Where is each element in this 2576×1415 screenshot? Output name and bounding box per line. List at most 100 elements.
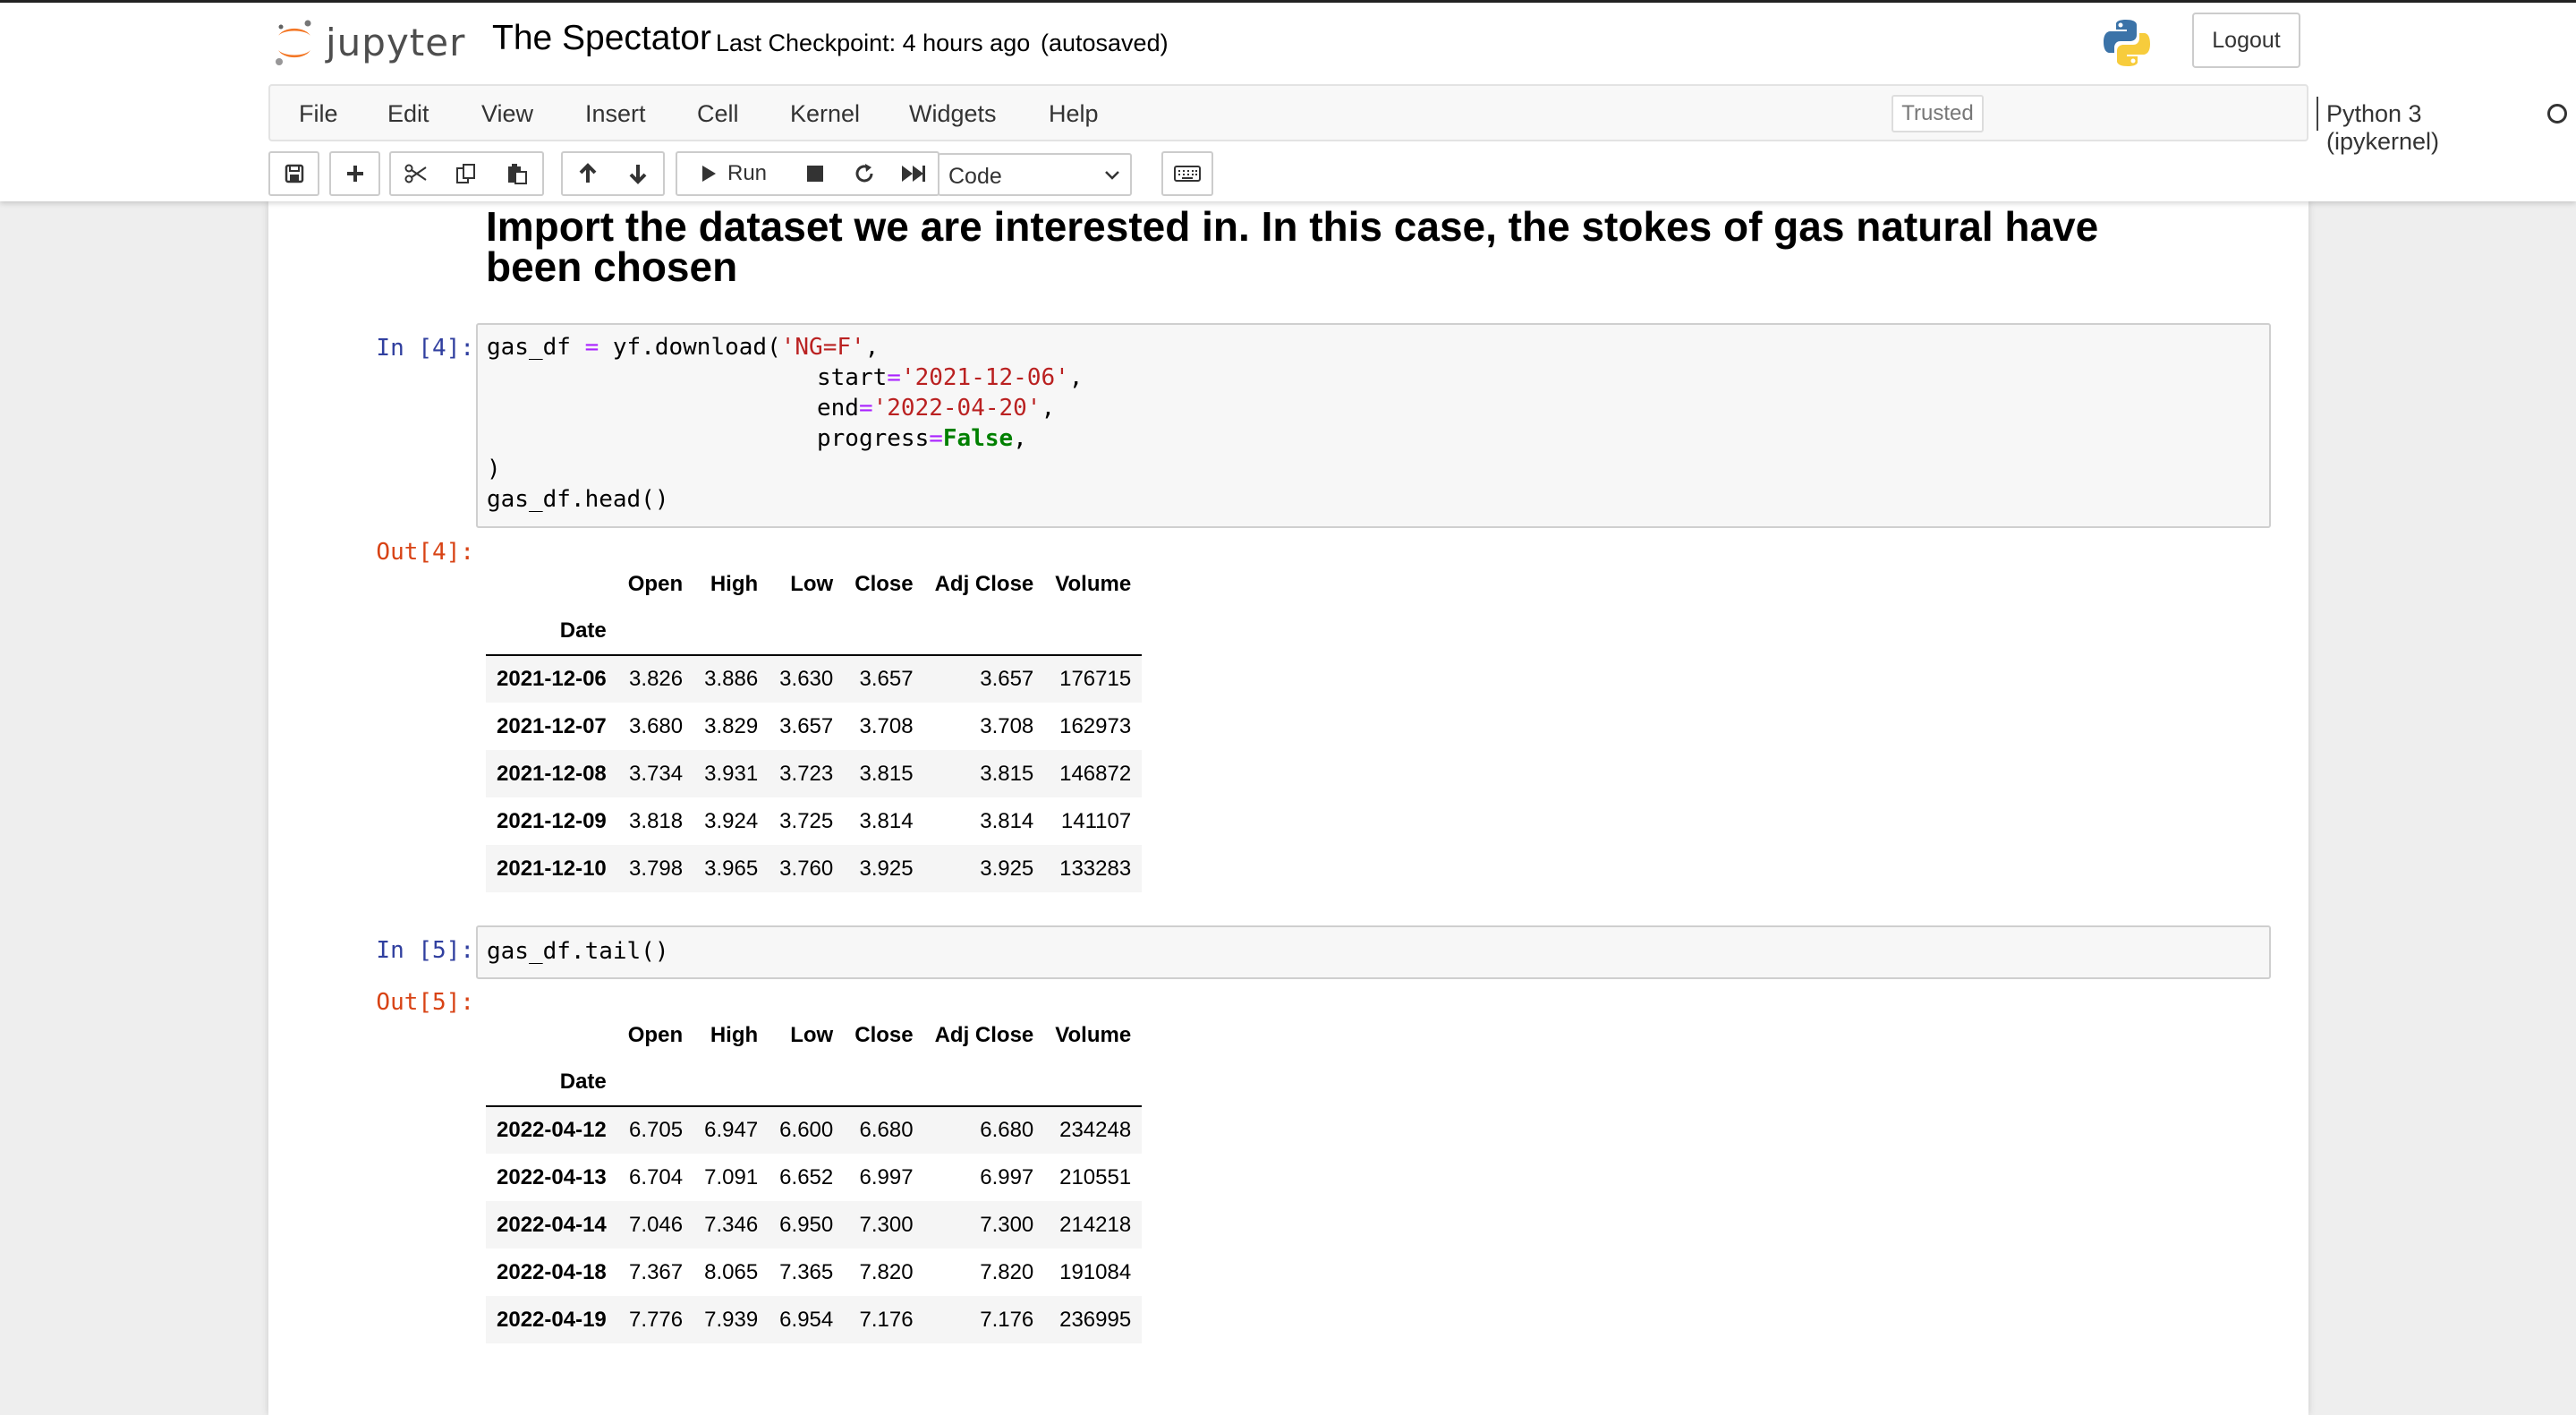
command-palette-button[interactable] [1161,151,1213,196]
save-button[interactable] [268,151,319,196]
menu-view[interactable]: View [481,100,533,128]
dataframe-tail-table: Open High Low Close Adj Close Volume Dat… [486,1011,1143,1343]
table-cell: 3.826 [629,667,684,691]
dataframe-head-table: Open High Low Close Adj Close Volume Dat… [486,560,1143,892]
table-cell: 133283 [1059,856,1132,881]
keyboard-icon [1174,166,1201,182]
table-header-row: Open High Low Close Adj Close Volume [486,560,1142,608]
restart-run-all-button[interactable] [888,151,939,196]
plus-icon [346,166,363,182]
run-label: Run [727,161,768,185]
insert-cell-button[interactable] [329,151,380,196]
move-cell-up-button[interactable] [561,151,614,196]
table-cell: 7.091 [704,1164,759,1189]
arrow-up-icon [579,163,596,183]
table-row: 2021-12-09 3.818 3.924 3.725 3.814 3.814 14110… [486,797,1142,845]
menu-widgets[interactable]: Widgets [909,100,997,128]
table-cell: 7.300 [859,1212,914,1237]
column-header: Low [790,571,834,596]
copy-icon [455,164,475,183]
table-row: 2021-12-08 3.734 3.931 3.723 3.815 3.815 14687… [486,750,1143,797]
table-cell: 3.925 [859,856,914,881]
play-icon [701,166,716,182]
trusted-indicator[interactable]: Trusted [1892,95,1984,132]
run-cell-button[interactable]: Run [676,151,792,196]
table-cell: 7.046 [629,1212,684,1237]
table-cell: 3.657 [779,713,834,738]
in-prompt: In [5]: [376,937,474,964]
notebook-header: jupyter The Spectator Last Checkpoint: 4… [0,0,2576,201]
table-cell: 3.925 [980,856,1034,881]
restart-kernel-button[interactable] [839,151,890,196]
table-row: 2022-04-19 7.776 7.939 6.954 7.176 7.176 23699… [486,1296,1143,1343]
table-cell: 7.300 [980,1212,1034,1237]
paste-button[interactable] [491,151,544,196]
paste-icon [507,164,527,184]
menu-edit[interactable]: Edit [387,100,429,128]
jupyter-brand[interactable]: jupyter [274,15,465,69]
move-cell-down-button[interactable] [612,151,665,196]
code-cell-editor[interactable]: gas_df = yf.download('NG=F', start='2021… [476,323,2271,528]
table-cell: 3.931 [704,761,759,786]
last-checkpoint-text: Last Checkpoint: 4 hours ago [716,30,1031,56]
code-cell-editor[interactable]: gas_df.tail() [476,925,2271,979]
notebook-container: Import the dataset we are interested in.… [268,201,2308,1415]
python-logo-icon [2101,17,2153,69]
row-index-date: 2022-04-18 [497,1259,607,1284]
cell-type-value: Code [948,164,1002,189]
code-line: start='2021-12-06', [817,364,1084,391]
code-line: progress=False, [817,425,1027,452]
column-header: Low [790,1022,834,1047]
kernel-name[interactable]: Python 3 (ipykernel) [2326,100,2439,156]
notebook-title[interactable]: The Spectator [492,19,711,58]
menu-bar: File Edit View Insert Cell Kernel Widget… [268,84,2567,155]
cell-type-select[interactable]: Code [938,153,1132,196]
corner-cell [486,560,617,608]
table-cell: 3.886 [704,667,759,691]
markdown-heading[interactable]: Import the dataset we are interested in.… [486,206,2186,287]
table-cell: 3.818 [629,808,684,833]
table-cell: 3.630 [779,667,834,691]
column-header: Adj Close [934,1022,1034,1047]
out-prompt: Out[4]: [376,539,474,566]
row-index-date: 2021-12-06 [497,667,607,691]
row-index-date: 2022-04-14 [497,1212,607,1237]
fast-forward-icon [901,166,925,182]
menu-help[interactable]: Help [1049,100,1099,128]
table-cell: 6.600 [779,1118,834,1142]
table-row: 2022-04-13 6.704 7.091 6.652 6.997 6.997 21055… [486,1154,1142,1201]
cut-button[interactable] [389,151,442,196]
table-cell: 3.965 [704,856,759,881]
menu-kernel[interactable]: Kernel [790,100,860,128]
column-header: Adj Close [934,571,1034,596]
corner-cell [486,1011,617,1059]
column-header: Volume [1055,1022,1132,1047]
menu-insert[interactable]: Insert [585,100,646,128]
code-line: gas_df.tail() [487,938,669,965]
menu-cell[interactable]: Cell [697,100,739,128]
menu-file[interactable]: File [299,100,338,128]
table-row: 2021-12-06 3.826 3.886 3.630 3.657 3.657 17671… [486,655,1143,703]
index-header-row: Date [486,608,1143,656]
table-cell: 3.815 [980,761,1034,786]
table-cell: 6.704 [629,1164,684,1189]
index-header-row: Date [486,1059,1143,1107]
code-line: gas_df.head() [487,486,669,513]
logout-button[interactable]: Logout [2192,13,2300,68]
table-cell: 7.820 [980,1259,1034,1284]
interrupt-kernel-button[interactable] [790,151,841,196]
table-cell: 146872 [1059,761,1132,786]
table-cell: 3.708 [980,713,1034,738]
copy-button[interactable] [440,151,493,196]
table-cell: 3.723 [779,761,834,786]
row-index-date: 2022-04-13 [497,1164,607,1189]
table-row: 2021-12-10 3.798 3.965 3.760 3.925 3.925 13328… [486,845,1143,892]
table-cell: 7.346 [704,1212,759,1237]
table-cell: 3.798 [629,856,684,881]
table-row: 2022-04-12 6.705 6.947 6.600 6.680 6.680 23424… [486,1106,1143,1154]
code-line: ) [487,456,501,482]
index-name: Date [486,1059,617,1107]
table-cell: 7.939 [704,1307,759,1332]
table-header-row: Open High Low Close Adj Close Volume [486,1011,1142,1059]
stop-icon [806,166,823,182]
